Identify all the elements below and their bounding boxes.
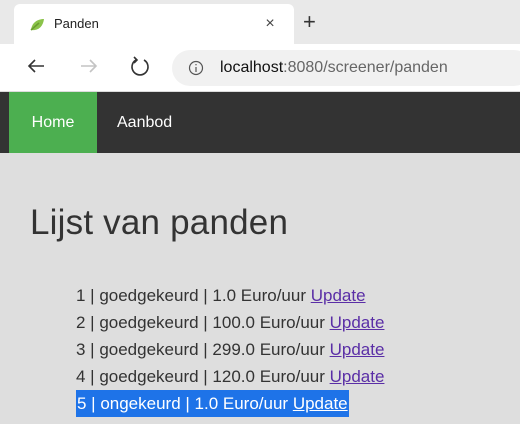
list-item: 2 | goedgekeurd | 100.0 Euro/uur Update xyxy=(76,309,384,336)
list-item: 5 | ongekeurd | 1.0 Euro/uur Update xyxy=(76,390,349,417)
browser-toolbar: localhost:8080/screener/panden xyxy=(0,44,520,92)
url-path: :8080/screener/panden xyxy=(283,59,448,76)
browser-tabstrip: Panden × + xyxy=(0,0,520,44)
list-item-text: 4 | goedgekeurd | 120.0 Euro/uur xyxy=(76,367,330,386)
nav-item-home[interactable]: Home xyxy=(9,92,97,153)
forward-arrow-icon[interactable] xyxy=(77,54,101,78)
info-icon[interactable] xyxy=(188,60,204,76)
list-item: 4 | goedgekeurd | 120.0 Euro/uur Update xyxy=(76,363,384,390)
update-link[interactable]: Update xyxy=(330,367,385,386)
update-link[interactable]: Update xyxy=(293,394,348,413)
list-item-text: 5 | ongekeurd | 1.0 Euro/uur xyxy=(77,394,293,413)
browser-tab-panden[interactable]: Panden × xyxy=(14,4,294,44)
list-item-text: 1 | goedgekeurd | 1.0 Euro/uur xyxy=(76,286,311,305)
list-item-text: 2 | goedgekeurd | 100.0 Euro/uur xyxy=(76,313,330,332)
page-title: Lijst van panden xyxy=(30,203,289,242)
update-link[interactable]: Update xyxy=(330,313,385,332)
url-text: localhost:8080/screener/panden xyxy=(220,59,448,77)
list-item: 3 | goedgekeurd | 299.0 Euro/uur Update xyxy=(76,336,384,363)
site-navbar: Home Aanbod xyxy=(0,92,520,153)
leaf-icon xyxy=(29,17,45,33)
panden-list: 1 | goedgekeurd | 1.0 Euro/uur Update 2 … xyxy=(76,282,384,417)
tab-title: Panden xyxy=(54,16,99,31)
reload-icon[interactable] xyxy=(128,54,152,78)
list-item: 1 | goedgekeurd | 1.0 Euro/uur Update xyxy=(76,282,384,309)
close-icon[interactable]: × xyxy=(260,14,280,34)
url-host: localhost xyxy=(220,59,284,76)
page-content: Home Aanbod Lijst van panden 1 | goedgek… xyxy=(0,92,520,424)
address-bar[interactable]: localhost:8080/screener/panden xyxy=(172,50,520,86)
list-item-text: 3 | goedgekeurd | 299.0 Euro/uur xyxy=(76,340,330,359)
new-tab-button[interactable]: + xyxy=(303,11,323,33)
update-link[interactable]: Update xyxy=(330,340,385,359)
back-arrow-icon[interactable] xyxy=(24,54,48,78)
nav-item-aanbod[interactable]: Aanbod xyxy=(101,92,188,153)
update-link[interactable]: Update xyxy=(311,286,366,305)
